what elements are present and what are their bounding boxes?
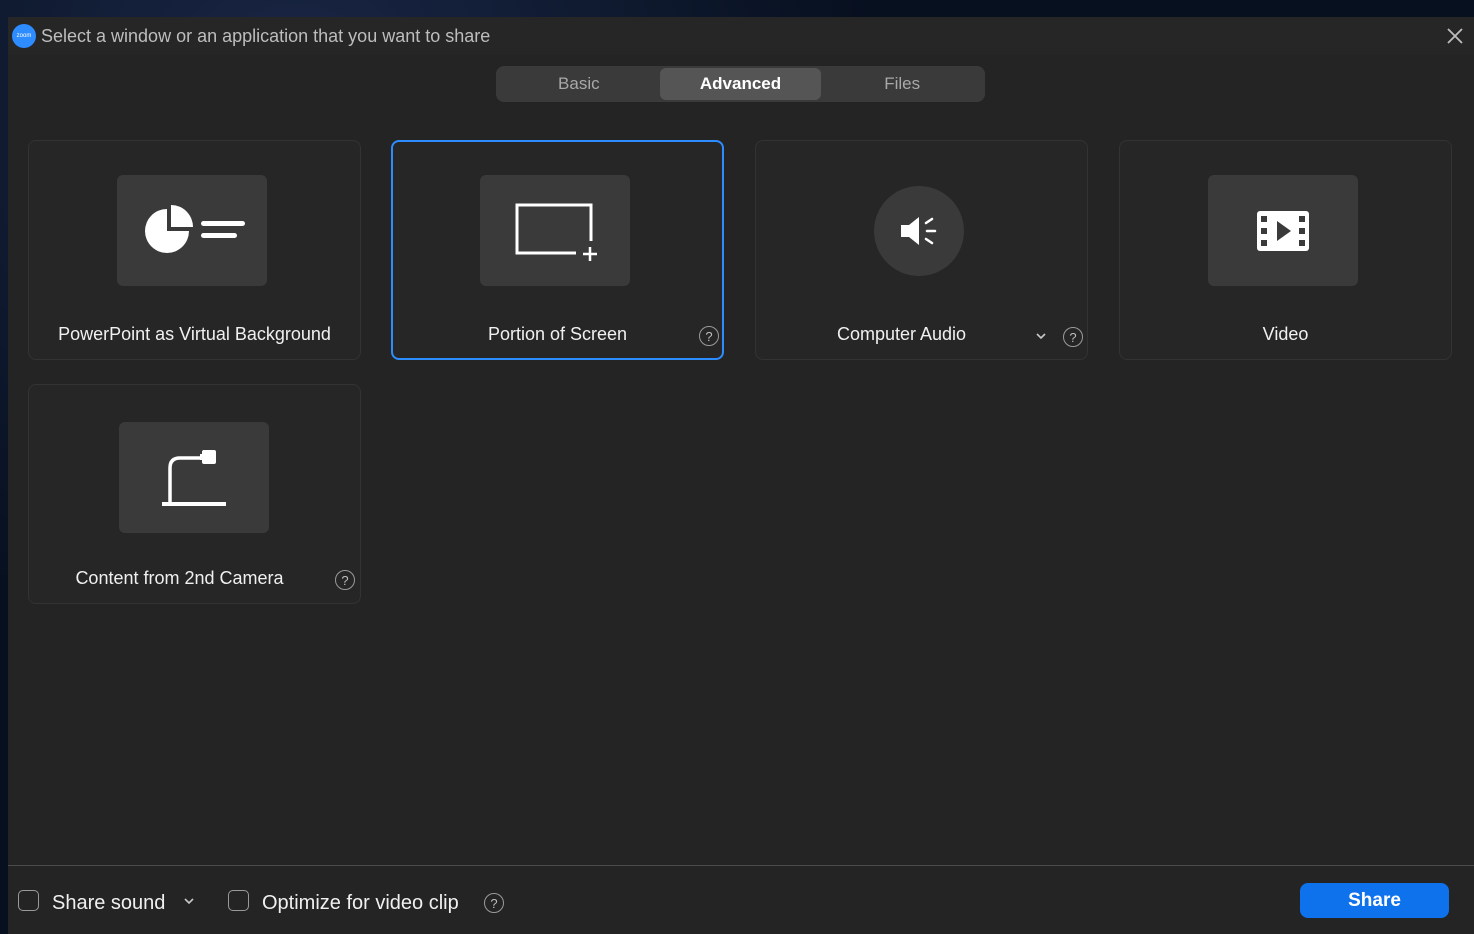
footer-bar: Share sound Optimize for video clip ? Sh… bbox=[8, 865, 1474, 934]
option-label: Portion of Screen bbox=[487, 324, 628, 344]
share-sound-chevron-down-icon[interactable] bbox=[182, 894, 196, 908]
chevron-down-icon[interactable] bbox=[1034, 329, 1048, 343]
tab-advanced[interactable]: Advanced bbox=[659, 68, 822, 100]
titlebar: zoom Select a window or an application t… bbox=[8, 17, 1474, 55]
tab-files[interactable]: Files bbox=[821, 68, 983, 100]
optimize-video-clip-checkbox[interactable] bbox=[228, 890, 249, 911]
share-sound-label[interactable]: Share sound bbox=[52, 892, 165, 915]
video-film-icon bbox=[1208, 175, 1358, 286]
option-video[interactable]: Video bbox=[1119, 140, 1452, 360]
close-icon bbox=[1447, 28, 1463, 44]
option-powerpoint-virtual-background[interactable]: PowerPoint as Virtual Background bbox=[28, 140, 361, 360]
help-icon[interactable]: ? bbox=[699, 326, 719, 346]
option-portion-of-screen[interactable]: Portion of Screen ? bbox=[391, 140, 724, 360]
option-label: Video bbox=[1262, 324, 1309, 344]
help-icon[interactable]: ? bbox=[484, 893, 504, 913]
zoom-logo-icon: zoom bbox=[12, 24, 36, 48]
screen-portion-icon bbox=[480, 175, 630, 286]
help-icon[interactable]: ? bbox=[1063, 327, 1083, 347]
option-label: Content from 2nd Camera bbox=[75, 568, 284, 588]
option-content-from-2nd-camera[interactable]: Content from 2nd Camera ? bbox=[28, 384, 361, 604]
help-icon[interactable]: ? bbox=[335, 570, 355, 590]
option-label: PowerPoint as Virtual Background bbox=[58, 324, 331, 344]
share-sound-checkbox[interactable] bbox=[18, 890, 39, 911]
document-camera-icon bbox=[119, 422, 269, 533]
option-label: Computer Audio bbox=[836, 324, 967, 344]
optimize-video-clip-label[interactable]: Optimize for video clip bbox=[262, 892, 459, 915]
speaker-icon bbox=[874, 186, 964, 276]
powerpoint-chart-icon bbox=[117, 175, 267, 286]
tab-basic[interactable]: Basic bbox=[498, 68, 660, 100]
share-button[interactable]: Share bbox=[1300, 883, 1449, 918]
window-title: Select a window or an application that y… bbox=[41, 26, 491, 46]
close-button[interactable] bbox=[1442, 23, 1468, 49]
tab-bar: Basic Advanced Files bbox=[496, 66, 985, 102]
share-screen-dialog: zoom Select a window or an application t… bbox=[8, 17, 1474, 934]
option-computer-audio[interactable]: Computer Audio ? bbox=[755, 140, 1088, 360]
